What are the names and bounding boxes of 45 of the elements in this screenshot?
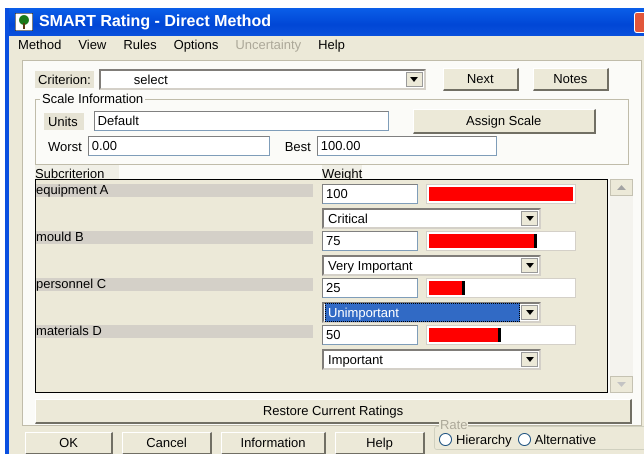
scrollbar[interactable] xyxy=(610,179,633,393)
dialog-button[interactable]: Help xyxy=(335,432,425,454)
rating-dropdown[interactable]: Important xyxy=(322,349,541,370)
criterion-label: Criterion: xyxy=(35,71,94,88)
criterion-dropdown[interactable]: select xyxy=(98,69,426,90)
scroll-up-icon[interactable] xyxy=(610,179,633,196)
subcriterion-name: personnel C xyxy=(36,278,313,291)
scroll-down-icon[interactable] xyxy=(610,376,633,393)
best-label: Best xyxy=(284,138,311,156)
menu-item[interactable]: Method xyxy=(18,34,62,54)
caret-icon xyxy=(521,258,538,273)
window-title: SMART Rating - Direct Method xyxy=(39,12,271,32)
menu-item[interactable]: Rules xyxy=(123,34,157,54)
menu-item[interactable]: Options xyxy=(174,34,218,54)
dialog-button[interactable]: Information xyxy=(221,432,326,454)
caret-icon xyxy=(521,211,538,226)
group-title: Rate xyxy=(439,418,468,432)
weight-field[interactable]: 100 xyxy=(322,184,418,204)
rating-dropdown[interactable]: Unimportant xyxy=(322,302,541,323)
rating-dropdown[interactable]: Critical xyxy=(322,208,541,229)
dialog-button[interactable]: Next xyxy=(442,68,519,91)
caret-icon xyxy=(521,305,538,320)
rating-dropdown[interactable]: Very Important xyxy=(322,255,541,276)
menu-item[interactable]: Help xyxy=(318,34,345,54)
subcriterion-name: materials D xyxy=(36,325,313,338)
dialog-button[interactable]: Notes xyxy=(532,68,609,91)
menu-item[interactable]: View xyxy=(78,34,106,54)
subcriterion-name: mould B xyxy=(36,231,313,244)
units-label: Units xyxy=(44,112,84,130)
best-field[interactable]: 100.00 xyxy=(316,136,497,156)
caret-icon xyxy=(521,352,538,367)
dialog-button[interactable]: OK xyxy=(25,432,113,454)
assign-scale-button[interactable]: Assign Scale xyxy=(412,108,596,134)
caret-icon xyxy=(406,72,423,87)
worst-field[interactable]: 0.00 xyxy=(88,136,270,156)
worst-label: Worst xyxy=(47,138,82,156)
weight-field[interactable]: 75 xyxy=(322,231,418,251)
tree-icon xyxy=(15,13,33,31)
dialog-button[interactable]: Cancel xyxy=(122,432,212,454)
units-field[interactable]: Default xyxy=(94,111,389,131)
weight-field[interactable]: 25 xyxy=(322,278,418,298)
column-header: Weight xyxy=(322,165,362,179)
subcriterion-name: equipment A xyxy=(36,184,313,197)
weight-field[interactable]: 50 xyxy=(322,325,418,345)
column-header: Subcriterion xyxy=(35,165,119,179)
